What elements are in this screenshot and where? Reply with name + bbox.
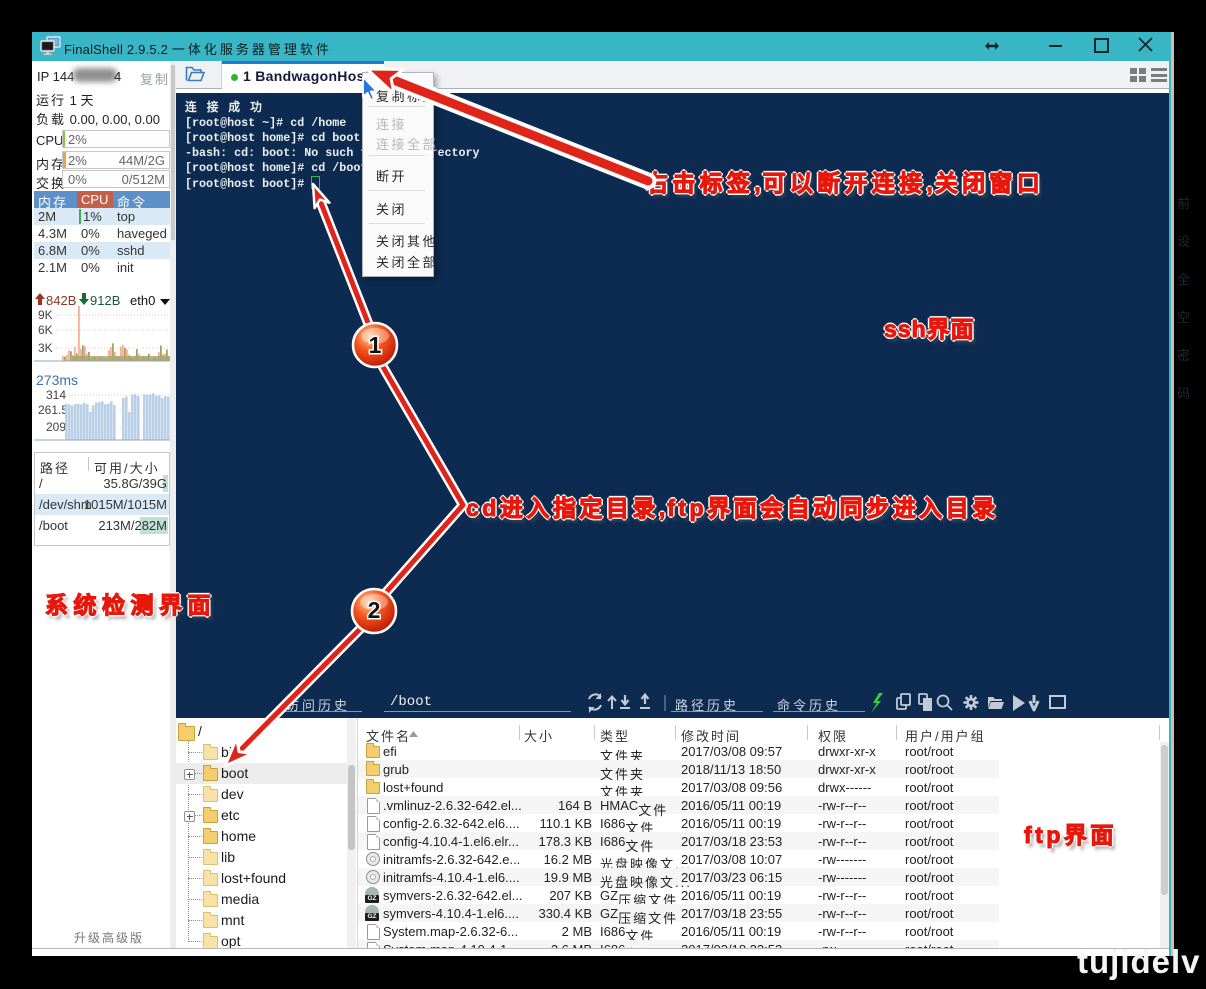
svg-text:2: 2: [368, 597, 381, 623]
svg-text:1: 1: [369, 332, 382, 358]
